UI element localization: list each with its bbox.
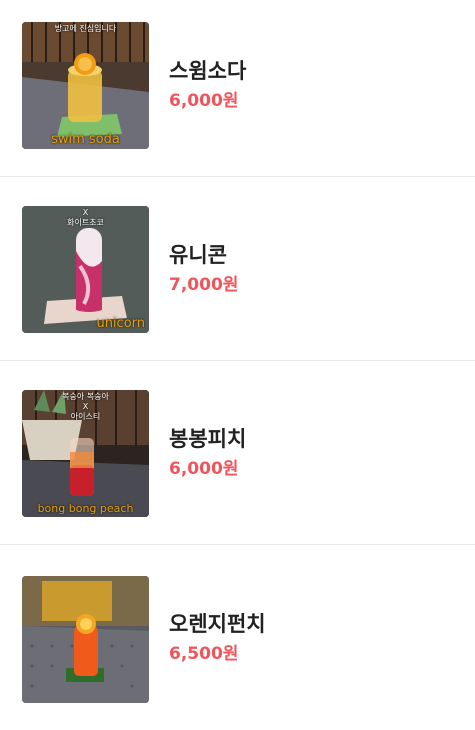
product-photo — [22, 576, 149, 703]
menu-item-price: 6,500원 — [169, 644, 239, 664]
photo-caption-top: 복숭아 복숭아 X 아이스티 — [62, 392, 109, 421]
product-photo: 방고에 진심입니다 swim soda — [22, 22, 149, 149]
menu-item-info: 스윔소다 6,000원 — [169, 58, 246, 112]
product-photo: 복숭아 복숭아 X 아이스티 bong bong peach — [22, 390, 149, 517]
menu-list: 방고에 진심입니다 swim soda 스윔소다 6,000원 X 화이트초코 … — [0, 0, 475, 721]
photo-caption-bottom: unicorn — [96, 316, 145, 331]
menu-item-swim-soda[interactable]: 방고에 진심입니다 swim soda 스윔소다 6,000원 — [0, 0, 475, 177]
menu-item-price: 6,000원 — [169, 459, 239, 479]
photo-caption-bottom: swim soda — [51, 132, 120, 147]
menu-item-info: 유니콘 7,000원 — [169, 242, 238, 296]
menu-item-unicorn[interactable]: X 화이트초코 unicorn 유니콘 7,000원 — [0, 177, 475, 361]
menu-item-name: 봉봉피치 — [169, 427, 247, 451]
menu-item-name: 유니콘 — [169, 243, 227, 267]
photo-caption-top: X 화이트초코 — [67, 208, 104, 227]
menu-item-bong-bong-peach[interactable]: 복숭아 복숭아 X 아이스티 bong bong peach 봉봉피치 6,00… — [0, 361, 475, 545]
menu-item-price: 7,000원 — [169, 275, 239, 295]
menu-item-name: 오렌지펀치 — [169, 612, 266, 636]
menu-item-orange-punch[interactable]: 오렌지펀치 6,500원 — [0, 546, 475, 730]
menu-item-name: 스윔소다 — [169, 59, 247, 83]
product-photo: X 화이트초코 unicorn — [22, 206, 149, 333]
menu-item-price: 6,000원 — [169, 91, 239, 111]
photo-caption-top: 방고에 진심입니다 — [54, 24, 117, 33]
menu-item-info: 오렌지펀치 6,500원 — [169, 611, 266, 665]
photo-caption-bottom: bong bong peach — [37, 502, 134, 515]
menu-item-info: 봉봉피치 6,000원 — [169, 426, 246, 480]
